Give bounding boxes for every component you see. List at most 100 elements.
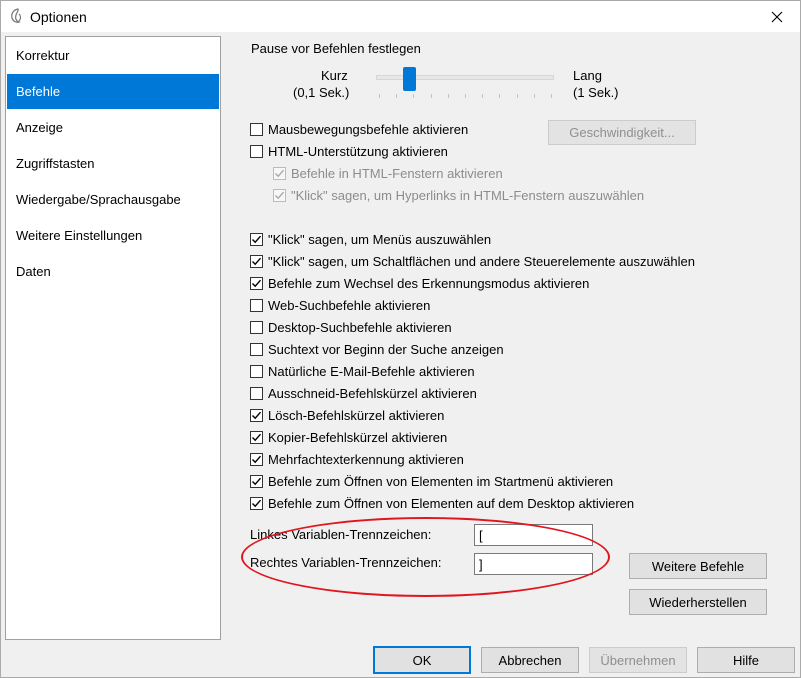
html-hyperlinks-checkbox[interactable]: "Klick" sagen, um Hyperlinks in HTML-Fen…	[273, 186, 644, 204]
checkbox-box	[250, 408, 263, 422]
speed-button[interactable]: Geschwindigkeit...	[548, 120, 696, 145]
checkmark-icon	[275, 191, 285, 199]
checkbox-label: "Klick" sagen, um Menüs auszuwählen	[268, 231, 492, 247]
nav-item-zugriffstasten[interactable]: Zugriffstasten	[7, 146, 219, 181]
options-dialog: Optionen Korrektur Befehle Anzeige Zugri…	[0, 0, 801, 678]
left-delimiter-label: Linkes Variablen-Trennzeichen:	[250, 527, 432, 542]
slider-tick	[482, 94, 483, 98]
checkbox-label: Suchtext vor Beginn der Suche anzeigen	[268, 341, 504, 357]
right-delimiter-input[interactable]	[474, 553, 593, 575]
close-icon	[771, 11, 783, 22]
checkmark-icon	[252, 411, 262, 419]
checkbox-label: Mausbewegungsbefehle aktivieren	[268, 121, 469, 137]
checkbox-box	[250, 452, 263, 466]
pause-slider-thumb[interactable]	[403, 67, 416, 91]
checkbox-box	[273, 188, 286, 202]
checkbox-box	[250, 474, 263, 488]
close-button[interactable]	[754, 1, 800, 32]
checkbox-box	[250, 320, 263, 334]
slider-short-label: Kurz	[321, 68, 348, 83]
checkbox-box	[250, 386, 263, 400]
checkbox-label: "Klick" sagen, um Hyperlinks in HTML-Fen…	[291, 187, 645, 203]
checkbox-label: Lösch-Befehlskürzel aktivieren	[268, 407, 445, 423]
nav-item-wiedergabe[interactable]: Wiedergabe/Sprachausgabe	[7, 182, 219, 217]
ok-button[interactable]: OK	[373, 646, 471, 674]
option-mode-switch[interactable]: Befehle zum Wechsel des Erkennungsmodus …	[250, 274, 589, 292]
slider-tick	[379, 94, 380, 98]
nav-item-korrektur[interactable]: Korrektur	[7, 38, 219, 73]
option-delete-shortcuts[interactable]: Lösch-Befehlskürzel aktivieren	[250, 406, 444, 424]
checkmark-icon	[252, 279, 262, 287]
checkbox-box	[250, 298, 263, 312]
checkmark-icon	[252, 477, 262, 485]
option-multi-text[interactable]: Mehrfachtexterkennung aktivieren	[250, 450, 464, 468]
checkbox-label: "Klick" sagen, um Schaltflächen und ande…	[268, 253, 695, 269]
option-click-menus[interactable]: "Klick" sagen, um Menüs auszuwählen	[250, 230, 491, 248]
checkbox-label: Kopier-Befehlskürzel aktivieren	[268, 429, 448, 445]
checkbox-box	[273, 166, 286, 180]
slider-tick	[551, 94, 552, 98]
checkmark-icon	[252, 257, 262, 265]
apply-button[interactable]: Übernehmen	[589, 647, 687, 673]
checkbox-label: Befehle zum Öffnen von Elementen auf dem…	[268, 495, 635, 511]
checkbox-label: Ausschneid-Befehlskürzel aktivieren	[268, 385, 477, 401]
title-bar: Optionen	[1, 1, 800, 32]
window-title: Optionen	[30, 9, 87, 25]
slider-tick	[465, 94, 466, 98]
checkbox-box	[250, 276, 263, 290]
checkbox-label: Desktop-Suchbefehle aktivieren	[268, 319, 452, 335]
slider-long-value: (1 Sek.)	[573, 85, 619, 100]
category-list: Korrektur Befehle Anzeige Zugriffstasten…	[5, 36, 221, 640]
option-natural-email[interactable]: Natürliche E-Mail-Befehle aktivieren	[250, 362, 475, 380]
option-show-search-text[interactable]: Suchtext vor Beginn der Suche anzeigen	[250, 340, 504, 358]
checkmark-icon	[275, 169, 285, 177]
html-support-checkbox[interactable]: HTML-Unterstützung aktivieren	[250, 142, 448, 160]
slider-tick	[499, 94, 500, 98]
help-button[interactable]: Hilfe	[697, 647, 795, 673]
checkbox-label: Befehle in HTML-Fenstern aktivieren	[291, 165, 503, 181]
option-open-startmenu[interactable]: Befehle zum Öffnen von Elementen im Star…	[250, 472, 613, 490]
slider-tick	[413, 94, 414, 98]
slider-tick	[448, 94, 449, 98]
slider-tick	[517, 94, 518, 98]
nav-item-weitere-einstellungen[interactable]: Weitere Einstellungen	[7, 218, 219, 253]
nav-item-anzeige[interactable]: Anzeige	[7, 110, 219, 145]
pause-title: Pause vor Befehlen festlegen	[251, 41, 421, 56]
checkmark-icon	[252, 455, 262, 463]
checkbox-label: Mehrfachtexterkennung aktivieren	[268, 451, 464, 467]
checkbox-box	[250, 342, 263, 356]
checkbox-label: Web-Suchbefehle aktivieren	[268, 297, 431, 313]
cancel-button[interactable]: Abbrechen	[481, 647, 579, 673]
restore-button[interactable]: Wiederherstellen	[629, 589, 767, 615]
checkbox-box	[250, 430, 263, 444]
right-delimiter-label: Rechtes Variablen-Trennzeichen:	[250, 555, 442, 570]
slider-tick	[431, 94, 432, 98]
speech-recognition-icon	[11, 8, 22, 23]
checkbox-box	[250, 254, 263, 268]
option-web-search[interactable]: Web-Suchbefehle aktivieren	[250, 296, 430, 314]
checkmark-icon	[252, 499, 262, 507]
nav-item-daten[interactable]: Daten	[7, 254, 219, 289]
checkbox-box	[250, 496, 263, 510]
option-click-controls[interactable]: "Klick" sagen, um Schaltflächen und ande…	[250, 252, 695, 270]
checkmark-icon	[252, 433, 262, 441]
option-open-desktop[interactable]: Befehle zum Öffnen von Elementen auf dem…	[250, 494, 634, 512]
slider-tick	[396, 94, 397, 98]
slider-short-value: (0,1 Sek.)	[293, 85, 350, 100]
option-cut-shortcuts[interactable]: Ausschneid-Befehlskürzel aktivieren	[250, 384, 477, 402]
left-delimiter-input[interactable]	[474, 524, 593, 546]
option-copy-shortcuts[interactable]: Kopier-Befehlskürzel aktivieren	[250, 428, 447, 446]
more-commands-button[interactable]: Weitere Befehle	[629, 553, 767, 579]
checkbox-label: Befehle zum Wechsel des Erkennungsmodus …	[268, 275, 590, 291]
checkbox-box	[250, 144, 263, 158]
checkbox-box	[250, 364, 263, 378]
mouse-commands-checkbox[interactable]: Mausbewegungsbefehle aktivieren	[250, 120, 468, 138]
slider-long-label: Lang	[573, 68, 602, 83]
nav-item-befehle[interactable]: Befehle	[7, 74, 219, 109]
checkbox-label: HTML-Unterstützung aktivieren	[268, 143, 448, 159]
slider-tick	[534, 94, 535, 98]
html-commands-checkbox[interactable]: Befehle in HTML-Fenstern aktivieren	[273, 164, 503, 182]
option-desktop-search[interactable]: Desktop-Suchbefehle aktivieren	[250, 318, 452, 336]
checkbox-label: Befehle zum Öffnen von Elementen im Star…	[268, 473, 614, 489]
checkbox-box	[250, 232, 263, 246]
